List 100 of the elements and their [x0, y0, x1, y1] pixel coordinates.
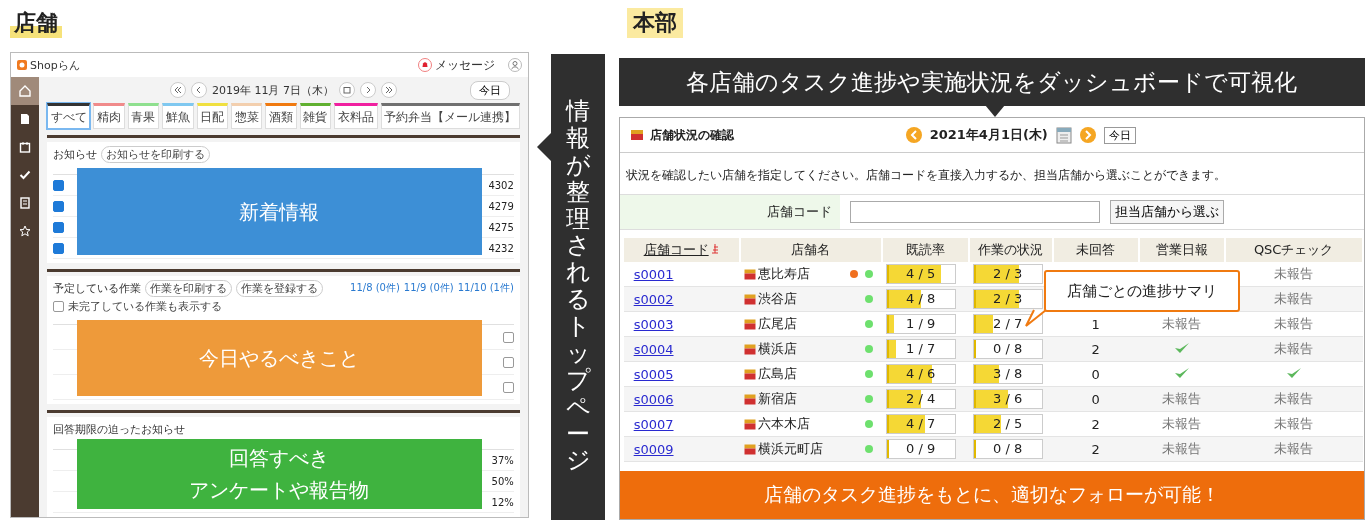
report-status: 未報告: [1274, 341, 1314, 356]
response-rate: 50%: [491, 475, 514, 487]
store-name: 広尾店: [757, 315, 797, 333]
date-label: 2019年 11月 7日（木）: [211, 82, 334, 98]
category-tab[interactable]: 日配: [196, 103, 228, 129]
done-checkbox[interactable]: [502, 331, 514, 343]
task-button[interactable]: 作業を印刷する: [145, 279, 232, 297]
progress-meter: 1 / 9: [885, 314, 956, 334]
store-icon: [743, 293, 756, 305]
section-title: 回答期限の迫ったお知らせ: [53, 421, 185, 437]
store-code-link[interactable]: s0005: [633, 366, 674, 382]
checkbox[interactable]: [53, 300, 64, 312]
report-status: 未報告: [1162, 441, 1202, 456]
report-status: 未報告: [1162, 416, 1202, 431]
logo-icon: [17, 60, 27, 70]
today-button[interactable]: 今日: [1103, 126, 1136, 144]
store-icon: [743, 443, 756, 455]
column-header: 既読率: [881, 238, 969, 262]
report-status: 未報告: [1274, 316, 1314, 331]
column-header: 未回答: [1052, 238, 1139, 262]
last-page-button[interactable]: [380, 82, 397, 98]
today-button[interactable]: 今日: [469, 80, 510, 100]
user-icon[interactable]: [507, 58, 522, 72]
notice-number: 4275: [488, 221, 514, 233]
response-rate: 12%: [491, 496, 514, 508]
vertical-caption: 情報が整理されるトップページ: [565, 98, 590, 477]
store-name: 広島店: [757, 365, 797, 383]
highlight-overlay: 新着情報: [77, 168, 482, 255]
report-status: 未報告: [1274, 441, 1314, 456]
row-checkbox[interactable]: [53, 242, 64, 254]
store-name: 渋谷店: [757, 290, 797, 308]
calendar-icon: [342, 86, 351, 94]
highlight-overlay: 今日やるべきこと: [77, 320, 482, 396]
choose-store-button[interactable]: 担当店舗から選ぶ: [1109, 200, 1224, 224]
unanswered-count: 1: [1091, 316, 1100, 332]
print-button[interactable]: お知らせを印刷する: [101, 145, 210, 163]
done-checkbox[interactable]: [502, 381, 514, 393]
column-header: QSCチェック: [1224, 238, 1363, 262]
store-icon: [743, 393, 756, 405]
field-label: 店舗コード: [619, 195, 840, 229]
sort-icon[interactable]: [710, 244, 719, 254]
category-tab[interactable]: 鮮魚: [162, 103, 194, 129]
callout: 店舗ごとの進捗サマリ: [1043, 270, 1240, 312]
double-chevron-left-icon: [173, 86, 182, 94]
category-tab[interactable]: 青果: [127, 103, 160, 129]
previous-button[interactable]: [190, 82, 207, 98]
store-icon: [743, 368, 756, 380]
row-checkbox[interactable]: [53, 221, 64, 233]
checkmark-icon: [1173, 341, 1190, 354]
category-tab[interactable]: 惣菜: [230, 103, 263, 129]
report-status: 未報告: [1274, 416, 1314, 431]
category-tab[interactable]: すべて: [47, 103, 91, 129]
unanswered-count: 2: [1091, 416, 1100, 432]
section-title: 予定している作業: [53, 280, 141, 296]
category-tab[interactable]: 衣料品: [334, 103, 378, 129]
unanswered-count: 0: [1091, 391, 1100, 407]
day-link[interactable]: 11/10 (1件): [457, 281, 514, 295]
progress-meter: 1 / 7: [885, 339, 956, 359]
store-icon: [629, 129, 644, 141]
report-status: 未報告: [1162, 391, 1202, 406]
row-checkbox[interactable]: [53, 200, 64, 212]
store-name: 横浜元町店: [757, 440, 823, 458]
report-status: 未報告: [1274, 291, 1314, 306]
next-button[interactable]: [359, 82, 376, 98]
pointer-triangle-icon: [984, 105, 1005, 117]
category-tab[interactable]: 雑貨: [299, 103, 332, 129]
notice-number: 4302: [488, 179, 514, 191]
response-rate: 37%: [491, 454, 514, 466]
headline-banner: 各店舗のタスク進捗や実施状況をダッシュボードで可視化: [618, 58, 1365, 106]
category-tab[interactable]: 予約弁当【メール連携】: [380, 103, 520, 129]
first-page-button[interactable]: [169, 82, 186, 98]
progress-meter: 0 / 9: [885, 439, 956, 459]
task-button[interactable]: 作業を登録する: [236, 279, 323, 297]
bell-icon[interactable]: [417, 58, 432, 72]
progress-meter: 4 / 7: [885, 414, 956, 434]
row-checkbox[interactable]: [53, 179, 64, 191]
category-tab[interactable]: 酒類: [265, 103, 297, 129]
store-icon: [743, 418, 756, 430]
progress-meter: 4 / 5: [885, 264, 956, 284]
store-code-link[interactable]: s0001: [633, 266, 674, 282]
progress-meter: 4 / 8: [885, 289, 956, 309]
store-code-link[interactable]: s0007: [633, 416, 674, 432]
store-name: 六本木店: [757, 415, 810, 433]
report-status: 未報告: [1274, 266, 1314, 281]
instruction-text: 状況を確認したい店舗を指定してください。店舗コードを直接入力するか、担当店舗から選ぶことができます。: [624, 167, 1227, 184]
done-checkbox[interactable]: [502, 356, 514, 368]
progress-meter: 2 / 4: [885, 389, 956, 409]
store-icon: [743, 268, 756, 280]
day-link[interactable]: 11/8 (0件): [350, 281, 400, 295]
section-title: お知らせ: [53, 146, 97, 162]
store-code-link[interactable]: s0003: [633, 316, 674, 332]
section-heading: 本部: [626, 8, 683, 38]
column-header[interactable]: 店舗コード: [623, 238, 740, 262]
store-code-field[interactable]: [849, 201, 1100, 223]
calendar-button[interactable]: [338, 82, 355, 98]
day-link[interactable]: 11/9 (0件): [403, 281, 454, 295]
unanswered-count: 2: [1091, 341, 1100, 357]
column-header: 作業の状況: [968, 238, 1053, 262]
category-tab[interactable]: 精肉: [93, 103, 125, 129]
message-label[interactable]: メッセージ: [434, 56, 495, 74]
